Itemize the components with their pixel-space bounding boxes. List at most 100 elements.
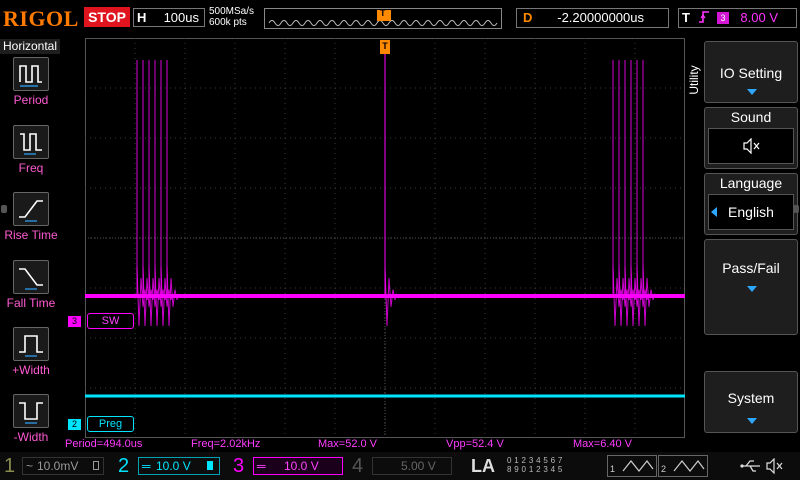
pass-fail-label: Pass/Fail bbox=[722, 260, 780, 276]
measure-menu-title: Horizontal bbox=[0, 39, 60, 54]
waveform-display[interactable] bbox=[85, 38, 685, 438]
sound-value-box bbox=[708, 128, 794, 164]
io-setting-label: IO Setting bbox=[719, 65, 783, 81]
dc-coupling-icon: ═ bbox=[257, 459, 266, 473]
measure-result-max-2: Max=6.40 V bbox=[573, 438, 633, 450]
positive-width-icon bbox=[13, 327, 49, 361]
ch3-scale-box: ═ 10.0 V bbox=[253, 457, 343, 475]
ch4-scale: 5.00 V bbox=[401, 459, 436, 473]
measure-fall-time-label: Fall Time bbox=[6, 296, 56, 310]
utility-tab-label: Utility bbox=[687, 65, 701, 95]
menu-scroll-knob-right bbox=[793, 205, 799, 213]
measure-result-freq: Freq=2.02kHz bbox=[191, 438, 261, 450]
measure-negative-width-label: -Width bbox=[13, 430, 49, 444]
sound-button[interactable]: Sound bbox=[704, 107, 798, 169]
trigger-source-badge: 3 bbox=[717, 12, 729, 24]
rising-edge-icon bbox=[698, 9, 710, 30]
ch1-scale: 10.0mV bbox=[37, 459, 79, 473]
measure-positive-width-button[interactable]: +Width bbox=[2, 327, 60, 389]
measure-freq-label: Freq bbox=[18, 161, 44, 175]
sound-label: Sound bbox=[730, 109, 772, 125]
timebase-box[interactable]: H 100us bbox=[133, 8, 205, 27]
measure-result-max: Max=52.0 V bbox=[318, 438, 378, 450]
la-channel-digits: 0 1 2 3 4 5 6 7 8 9 0 1 2 3 4 5 bbox=[507, 456, 603, 474]
ch3-switching-burst bbox=[612, 60, 656, 327]
brand-logo: RIGOL bbox=[3, 6, 79, 31]
system-label: System bbox=[727, 390, 775, 406]
generator-1-number: 1 bbox=[610, 464, 616, 474]
ch2-label-tag: Preg bbox=[87, 416, 134, 432]
utility-menu: Utility IO Setting Sound Language Englis… bbox=[686, 37, 800, 450]
system-button[interactable]: System bbox=[704, 371, 798, 433]
chevron-down-icon bbox=[747, 286, 757, 292]
memory-depth: 600k pts bbox=[209, 17, 247, 28]
measure-rise-time-label: Rise Time bbox=[4, 228, 58, 242]
ch4-number: 4 bbox=[352, 455, 364, 477]
language-value: English bbox=[728, 204, 774, 220]
generator-1-status[interactable]: 1 bbox=[607, 455, 657, 477]
ch3-scale: 10.0 V bbox=[284, 459, 319, 473]
top-status-bar: RIGOL STOP H 100us 500MSa/s 600k pts T D… bbox=[0, 0, 800, 37]
ch3-label-tag: SW bbox=[87, 313, 134, 329]
language-value-box: English bbox=[708, 194, 794, 230]
ch4-scale-box: 5.00 V bbox=[372, 457, 452, 475]
ch1-status[interactable]: 1 ~ 10.0mV bbox=[4, 454, 104, 478]
trigger-label: T bbox=[682, 10, 690, 25]
measure-negative-width-button[interactable]: -Width bbox=[2, 394, 60, 456]
ch2-scale-box: ═ 10.0 V bbox=[138, 457, 220, 475]
sine-wave-icon bbox=[622, 459, 654, 478]
measure-period-label: Period bbox=[13, 93, 49, 107]
timebase-value: 100us bbox=[163, 10, 199, 25]
bandwidth-limit-icon bbox=[93, 461, 99, 470]
measure-fall-time-button[interactable]: Fall Time bbox=[2, 260, 60, 322]
pass-fail-button[interactable]: Pass/Fail bbox=[704, 239, 798, 335]
rise-time-icon bbox=[13, 192, 49, 226]
dc-coupling-icon: ═ bbox=[142, 459, 151, 473]
fall-time-icon bbox=[13, 260, 49, 294]
trigger-position-marker[interactable]: T bbox=[380, 40, 390, 54]
measure-menu: Horizontal Period Freq Rise Time Fall Ti… bbox=[0, 37, 62, 450]
channel-status-bar: 1 ~ 10.0mV 2 ═ 10.0 V 3 ═ 10.0 V 4 5.00 … bbox=[0, 452, 800, 480]
speaker-muted-icon[interactable] bbox=[765, 457, 787, 479]
trigger-level-value: 8.00 V bbox=[740, 10, 778, 25]
speaker-muted-icon bbox=[742, 137, 762, 159]
bandwidth-limit-icon bbox=[207, 461, 213, 470]
ch3-switching-burst bbox=[136, 60, 180, 327]
measure-freq-button[interactable]: Freq bbox=[2, 125, 60, 187]
generator-2-status[interactable]: 2 bbox=[658, 455, 708, 477]
logic-analyzer-status[interactable]: LA 0 1 2 3 4 5 6 7 8 9 0 1 2 3 4 5 bbox=[463, 454, 605, 478]
io-setting-button[interactable]: IO Setting bbox=[704, 41, 798, 103]
ch4-status[interactable]: 4 5.00 V bbox=[352, 454, 452, 478]
timebase-label: H bbox=[137, 10, 147, 25]
ch3-status[interactable]: 3 ═ 10.0 V bbox=[233, 454, 345, 478]
ac-coupling-icon: ~ bbox=[26, 459, 34, 473]
measurement-results: Period=494.0us Freq=2.02kHz Max=52.0 V V… bbox=[62, 438, 686, 452]
trigger-box[interactable]: T 3 8.00 V bbox=[678, 8, 797, 28]
memory-trigger-marker: T bbox=[380, 8, 386, 18]
delay-value: -2.20000000us bbox=[557, 10, 644, 25]
usb-icon bbox=[740, 459, 762, 478]
ch3-offset-marker[interactable]: 3 bbox=[68, 316, 81, 327]
memory-overview-bar[interactable]: T bbox=[264, 8, 502, 29]
sine-wave-icon bbox=[673, 459, 705, 478]
measure-period-button[interactable]: Period bbox=[2, 57, 60, 119]
la-digits-row-2: 8 9 0 1 2 3 4 5 bbox=[507, 465, 563, 474]
measure-result-period: Period=494.0us bbox=[65, 438, 143, 450]
generator-2-number: 2 bbox=[661, 464, 667, 474]
language-button[interactable]: Language English bbox=[704, 173, 798, 235]
measure-rise-time-button[interactable]: Rise Time bbox=[2, 192, 60, 254]
la-label: LA bbox=[471, 456, 495, 476]
period-icon bbox=[13, 57, 49, 91]
delay-box[interactable]: D -2.20000000us bbox=[516, 8, 669, 28]
frequency-icon bbox=[13, 125, 49, 159]
ch2-status[interactable]: 2 ═ 10.0 V bbox=[118, 454, 220, 478]
negative-width-icon bbox=[13, 394, 49, 428]
menu-scroll-knob-left bbox=[1, 205, 7, 213]
ch2-offset-marker[interactable]: 2 bbox=[68, 419, 81, 430]
language-label: Language bbox=[719, 175, 783, 191]
run-stop-status[interactable]: STOP bbox=[84, 7, 130, 27]
utility-tab[interactable]: Utility bbox=[686, 37, 704, 137]
waveform-grid-svg bbox=[85, 38, 685, 438]
measure-result-vpp: Vpp=52.4 V bbox=[446, 438, 504, 450]
delay-label: D bbox=[523, 10, 533, 25]
